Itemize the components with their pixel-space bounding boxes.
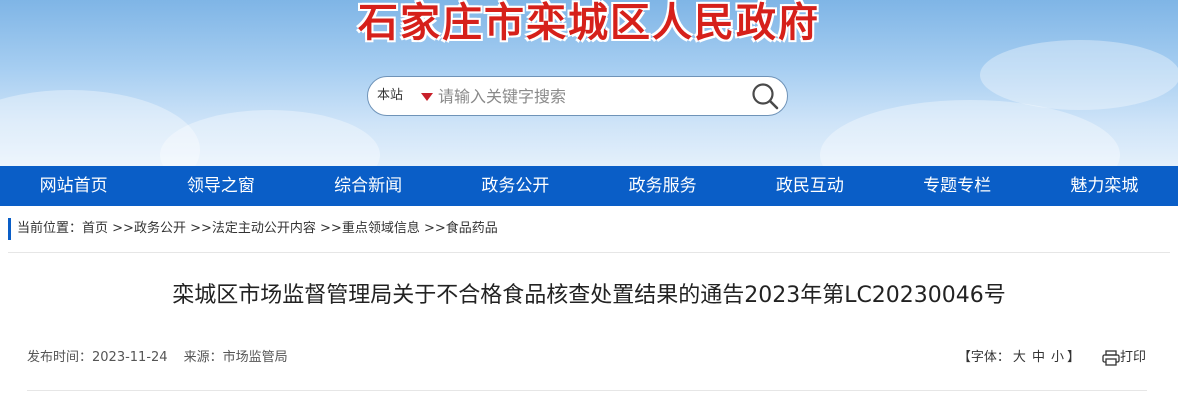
search-button[interactable] (747, 78, 783, 114)
font-size-small-button[interactable]: 小 (1051, 347, 1064, 369)
header-banner: 石家庄市栾城区人民政府 本站 (0, 0, 1178, 166)
publish-label: 发布时间： (27, 350, 93, 365)
nav-item-open-government[interactable]: 政务公开 (442, 166, 589, 206)
breadcrumb-separator: >> (108, 221, 134, 236)
breadcrumb: 当前位置：首页 >>政务公开 >>法定主动公开内容 >>重点领域信息 >>食品药… (8, 218, 498, 240)
nav-item-home[interactable]: 网站首页 (0, 166, 147, 206)
search-input[interactable] (438, 81, 738, 111)
font-size-large-button[interactable]: 大 (1013, 347, 1026, 369)
search-scope-select[interactable]: 本站 (377, 77, 403, 115)
font-size-label: 字体： (970, 350, 1010, 365)
cloud-decoration (980, 40, 1178, 110)
nav-item-topics[interactable]: 专题专栏 (884, 166, 1031, 206)
breadcrumb-item-home[interactable]: 首页 (82, 221, 108, 236)
cloud-decoration (160, 110, 380, 166)
nav-item-leaders[interactable]: 领导之窗 (147, 166, 294, 206)
breadcrumb-separator: >> (419, 221, 446, 236)
search-bar: 本站 (367, 76, 788, 116)
caret-down-icon[interactable] (421, 93, 433, 101)
nav-item-services[interactable]: 政务服务 (589, 166, 736, 206)
breadcrumb-item-open-government[interactable]: 政务公开 (134, 221, 186, 236)
print-button[interactable]: 打印 (1102, 347, 1146, 369)
meta-divider (27, 390, 1147, 391)
font-size-medium-button[interactable]: 中 (1032, 347, 1045, 369)
breadcrumb-separator: >> (185, 221, 212, 236)
article-meta: 发布时间：2023-11-24 来源：市场监管局 (27, 348, 288, 368)
breadcrumb-item-statutory-content[interactable]: 法定主动公开内容 (212, 221, 316, 236)
nav-item-interaction[interactable]: 政民互动 (736, 166, 883, 206)
printer-icon (1102, 350, 1120, 366)
main-nav: 网站首页 领导之窗 综合新闻 政务公开 政务服务 政民互动 专题专栏 魅力栾城 (0, 166, 1178, 206)
breadcrumb-item-key-areas[interactable]: 重点领域信息 (342, 221, 420, 236)
source-label: 来源： (183, 350, 223, 365)
breadcrumb-prefix: 当前位置： (17, 221, 83, 236)
article-tools: 【 字体： 大 中 小 】 打印 (958, 347, 1146, 369)
search-icon (752, 83, 779, 110)
nav-item-news[interactable]: 综合新闻 (295, 166, 442, 206)
nav-item-charm[interactable]: 魅力栾城 (1031, 166, 1178, 206)
content-divider (8, 252, 1170, 253)
breadcrumb-item-food-drug[interactable]: 食品药品 (446, 221, 498, 236)
article-title: 栾城区市场监督管理局关于不合格食品核查处置结果的通告2023年第LC202300… (172, 283, 1006, 308)
font-size-open-bracket: 【 (957, 350, 971, 365)
print-label[interactable]: 打印 (1120, 347, 1146, 369)
publish-date: 2023-11-24 (92, 350, 168, 365)
breadcrumb-separator: >> (315, 221, 342, 236)
site-title: 石家庄市栾城区人民政府 (358, 0, 820, 46)
font-size-close-bracket: 】 (1066, 350, 1080, 365)
source-value: 市场监管局 (222, 350, 288, 365)
